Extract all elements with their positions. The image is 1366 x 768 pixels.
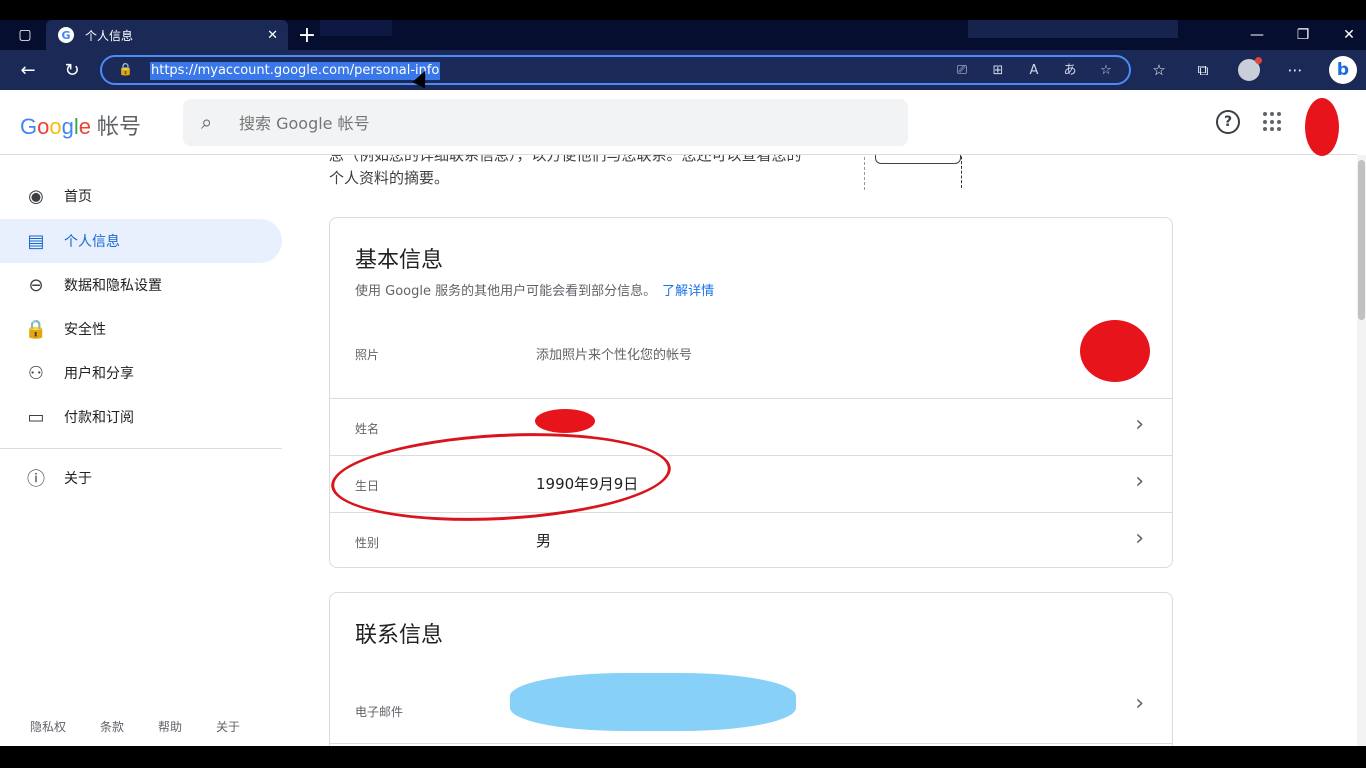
sidebar-item-personal-info[interactable]: ▤ 个人信息 [0,219,282,263]
google-favicon-icon: G [58,27,74,43]
sidebar-divider [0,448,282,449]
search-icon[interactable]: ⌕ [201,110,212,134]
footer-link-help[interactable]: 帮助 [158,718,182,735]
search-input[interactable] [239,112,839,134]
google-account-logo[interactable]: Google 帐号 [20,109,141,141]
page-scrollbar[interactable] [1357,155,1366,746]
browser-profile-icon[interactable] [1238,57,1262,81]
account-header: Google帐号 ⌕ ? [0,90,1357,156]
tab-strip-blank [968,20,1178,38]
chevron-right-icon: › [1135,469,1144,494]
collections-icon[interactable]: ⧉ [1191,59,1215,81]
tab-close-icon[interactable]: ✕ [267,28,278,43]
chevron-right-icon: › [1135,691,1144,716]
screen-top-bar [0,0,1366,20]
more-menu-icon[interactable]: ⋯ [1283,59,1307,81]
browser-tab[interactable]: G 个人信息 ✕ [46,20,288,50]
close-window-button[interactable]: ✕ [1326,20,1366,50]
info-icon: ⓘ [27,469,45,490]
cast-icon[interactable]: ⎚ [952,62,972,80]
lock-icon: 🔒 [24,318,48,340]
favorites-icon[interactable]: ☆ [1147,59,1171,81]
profile-photo-redaction [1080,320,1150,382]
sidebar-item-people-sharing[interactable]: ⚇ 用户和分享 [0,351,282,395]
email-redaction [510,673,796,731]
read-aloud-icon[interactable]: A [1024,62,1044,80]
email-row[interactable]: 电子邮件 › [330,673,1172,735]
browser-tab-bar: ▢ G 个人信息 ✕ + — ❐ ✕ [0,20,1366,50]
photo-row[interactable]: 照片 添加照片来个性化您的帐号 [330,312,1172,398]
sidebar: ◉ 首页 ▤ 个人信息 ⊖ 数据和隐私设置 🔒 安全性 ⚇ 用户和分享 ▭ 付款… [0,155,282,746]
name-redaction [535,409,595,433]
new-tab-button[interactable]: + [294,22,320,48]
add-favorite-icon[interactable]: ☆ [1096,62,1116,80]
tab-actions-icon[interactable]: ▢ [2,20,48,50]
account-search[interactable]: ⌕ [183,99,908,146]
refresh-button[interactable]: ↻ [58,56,86,84]
tab-strip-blank [320,20,392,36]
page-content: 息（例如您的详细联系信息），以方便他们与您联系。您还可以查看您的个人资料的摘要。… [0,90,1366,746]
restore-button[interactable]: ❐ [1280,20,1326,50]
tab-title: 个人信息 [85,28,134,43]
minimize-button[interactable]: — [1234,20,1280,50]
bing-icon[interactable]: b [1329,56,1357,84]
url-text[interactable]: https://myaccount.google.com/personal-in… [150,62,441,80]
chevron-right-icon: › [1135,526,1144,551]
browser-toolbar: ← ↻ 🔒 https://myaccount.google.com/perso… [0,50,1366,90]
footer-links: 隐私权 条款 帮助 关于 [30,718,274,735]
toggle-icon: ⊖ [28,274,44,296]
contact-info-card: 联系信息 电子邮件 › [329,592,1173,746]
chevron-right-icon: › [1135,412,1144,437]
translate-icon[interactable]: あ [1060,62,1080,80]
footer-link-terms[interactable]: 条款 [100,718,124,735]
sidebar-item-payments[interactable]: ▭ 付款和订阅 [0,395,282,439]
sidebar-item-home[interactable]: ◉ 首页 [0,174,282,218]
basic-info-title: 基本信息 [355,248,444,273]
lock-icon[interactable]: 🔒 [118,62,134,78]
scrollbar-thumb[interactable] [1358,160,1365,320]
apps-available-icon[interactable]: ⊞ [988,62,1008,80]
sidebar-item-security[interactable]: 🔒 安全性 [0,307,282,351]
product-name: 帐号 [97,114,142,139]
basic-info-subtitle: 使用 Google 服务的其他用户可能会看到部分信息。 了解详情 [355,284,715,299]
learn-more-link[interactable]: 了解详情 [662,284,714,299]
sidebar-item-about[interactable]: ⓘ 关于 [0,456,282,500]
credit-card-icon: ▭ [27,406,45,428]
address-bar[interactable]: 🔒 https://myaccount.google.com/personal-… [100,55,1131,85]
account-circle-icon: ◉ [28,185,44,207]
screen-bottom-bar [0,746,1366,768]
google-apps-icon[interactable] [1263,112,1283,132]
help-icon[interactable]: ? [1216,110,1240,134]
contact-info-title: 联系信息 [355,623,444,648]
sidebar-item-data-privacy[interactable]: ⊖ 数据和隐私设置 [0,263,282,307]
people-icon: ⚇ [27,362,45,384]
footer-link-privacy[interactable]: 隐私权 [30,718,66,735]
back-button[interactable]: ← [14,56,42,84]
id-card-icon: ▤ [27,230,45,252]
avatar[interactable] [1305,98,1339,156]
footer-link-about[interactable]: 关于 [216,718,240,735]
